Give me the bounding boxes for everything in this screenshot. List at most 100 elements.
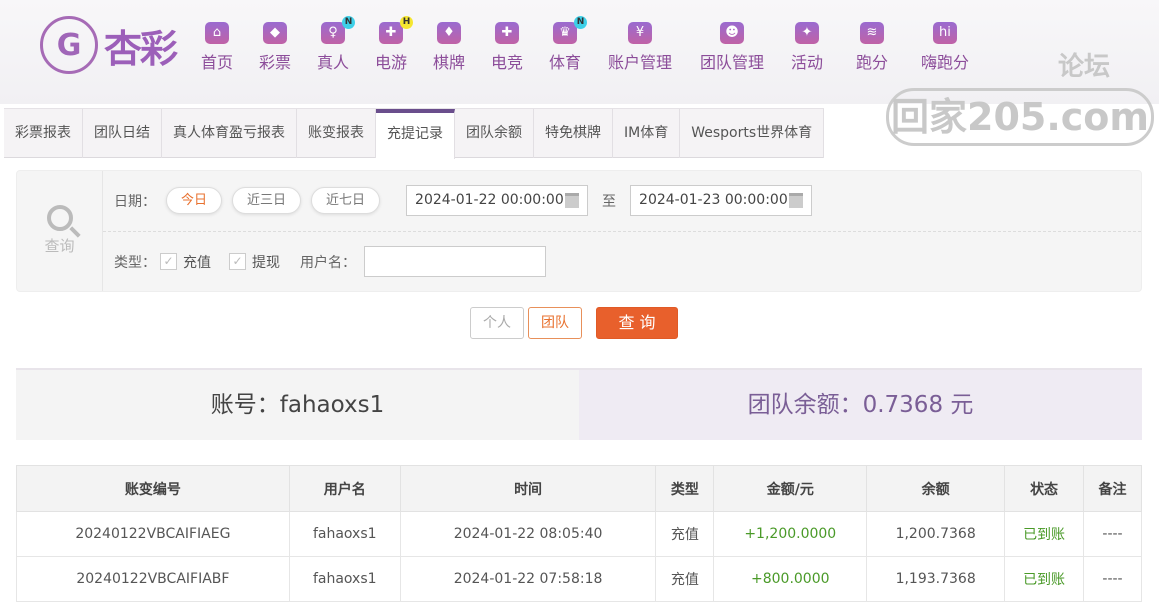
cards-icon-glyph: ♦ [443, 25, 455, 40]
cards-icon: ♦ [436, 22, 461, 44]
nav-label: 团队管理 [699, 53, 765, 72]
nav-item-1[interactable]: ◆ 彩票 [259, 22, 291, 73]
column-header: 状态 [1004, 465, 1085, 512]
end-date-input[interactable]: 2024-01-23 00:00:00 [630, 185, 813, 216]
nav-item-6[interactable]: ♛ N 体育 [549, 16, 587, 73]
rhino-icon-glyph: ≋ [866, 25, 878, 40]
nav-item-7[interactable]: ¥ 账户管理 [608, 22, 672, 73]
account-summary: 账号：fahaoxs1 团队余额：0.7368 元 [16, 368, 1142, 440]
query-section-label: 查询 [17, 171, 103, 291]
end-date-value: 2024-01-23 00:00:00 [639, 192, 788, 208]
quick-today-button[interactable]: 今日 [166, 187, 223, 214]
column-header: 金额/元 [713, 465, 868, 512]
team-balance: 团队余额：0.7368 元 [579, 370, 1142, 440]
home-icon-glyph: ⌂ [212, 25, 222, 40]
column-header: 余额 [866, 465, 1006, 512]
badge: N [341, 16, 355, 29]
date-label: 日期： [114, 193, 156, 210]
nav-label: 跑分 [855, 53, 889, 72]
table-cell: 充值 [655, 556, 715, 602]
quick-7days-button[interactable]: 近七日 [311, 187, 381, 214]
column-header: 用户名 [288, 465, 401, 512]
nav-item-5[interactable]: ✚ 电竞 [491, 22, 523, 73]
table-cell: +1,200.0000 [713, 511, 868, 557]
withdraw-label: 提现 [252, 254, 280, 271]
nav-item-0[interactable]: ⌂ 首页 [201, 22, 233, 73]
nav-item-3[interactable]: ✚ H 电游 [375, 16, 413, 73]
nav-label: 账户管理 [607, 53, 673, 72]
nav-item-4[interactable]: ♦ 棋牌 [433, 22, 465, 73]
table-cell: 2024-01-22 08:05:40 [399, 511, 657, 557]
logo[interactable]: G 杏彩 [40, 16, 178, 74]
tab-6[interactable]: 特免棋牌 [534, 109, 613, 158]
table-cell: 2024-01-22 07:58:18 [399, 556, 657, 602]
tab-2[interactable]: 真人体育盈亏报表 [162, 109, 297, 158]
yen-coin-icon: ¥ [627, 22, 652, 44]
column-header: 账变编号 [16, 465, 290, 512]
report-tabs: 彩票报表 团队日结 真人体育盈亏报表 账变报表 充提记录 团队余额 特免棋牌 IM体育 Wesp… [4, 108, 825, 159]
tab-3[interactable]: 账变报表 [297, 109, 376, 158]
home-icon: ⌂ [204, 22, 229, 44]
tab-5[interactable]: 团队余额 [455, 109, 534, 158]
watermark: 论坛 回家205.com [886, 46, 1154, 146]
esports-gamepad-icon: ✚ [494, 22, 519, 44]
gamepad-icon: ✚ H [378, 16, 413, 44]
yen-coin-icon-glyph: ¥ [635, 25, 645, 40]
table-row: 20240122VBCAIFIABF fahaoxs1 2024-01-22 07:… [16, 556, 1142, 602]
gamepad-icon-glyph: ✚ [385, 25, 397, 40]
date-range-separator: 至 [602, 193, 617, 210]
trophy-icon-glyph: ♛ [559, 25, 571, 40]
type-label: 类型： [114, 254, 156, 271]
table-cell: 20240122VBCAIFIAEG [16, 511, 290, 557]
column-header: 类型 [655, 465, 715, 512]
withdraw-checkbox[interactable]: ✓ [229, 253, 246, 270]
table-cell: 已到账 [1004, 511, 1085, 557]
tab-4[interactable]: 充提记录 [376, 109, 455, 159]
team-button[interactable]: 团队 [528, 307, 582, 339]
nav-item-2[interactable]: ♀ N 真人 [316, 16, 355, 73]
calendar-icon[interactable] [789, 193, 804, 208]
hi-app-icon: hi [932, 22, 957, 44]
username-input[interactable] [364, 246, 546, 277]
nav-label: 彩票 [258, 53, 292, 72]
table-cell: fahaoxs1 [288, 556, 401, 602]
deposit-label: 充值 [183, 254, 211, 271]
nav-item-9[interactable]: ✦ 活动 [791, 22, 823, 73]
search-button[interactable]: 查 询 [596, 307, 678, 339]
ticket-icon-glyph: ◆ [269, 25, 280, 40]
trophy-icon: ♛ N [552, 16, 587, 44]
query-label: 查询 [44, 237, 75, 255]
badge: H [399, 16, 413, 29]
logo-text: 杏彩 [104, 26, 178, 71]
calendar-icon[interactable] [565, 193, 580, 208]
logo-emblem-icon: G [40, 16, 98, 74]
badge: N [573, 16, 587, 29]
team-icon: ☻ [719, 22, 744, 44]
start-date-value: 2024-01-22 00:00:00 [415, 192, 564, 208]
table-cell: ---- [1083, 511, 1142, 557]
search-icon [46, 205, 73, 231]
nav-label: 真人 [316, 53, 350, 72]
table-cell: 20240122VBCAIFIABF [16, 556, 290, 602]
watermark-main: 回家205.com [886, 88, 1154, 146]
nav-item-8[interactable]: ☻ 团队管理 [700, 22, 764, 73]
deposit-checkbox[interactable]: ✓ [160, 253, 177, 270]
divider [103, 231, 1141, 232]
personal-button[interactable]: 个人 [470, 307, 524, 339]
quick-3days-button[interactable]: 近三日 [232, 187, 302, 214]
nav-item-10[interactable]: ≋ 跑分 [856, 22, 888, 73]
hi-app-icon-glyph: hi [939, 25, 951, 40]
table-cell: 1,193.7368 [866, 556, 1006, 602]
table-cell: 1,200.7368 [866, 511, 1006, 557]
username-label: 用户名： [300, 254, 356, 271]
tab-8[interactable]: Wesports世界体育 [680, 109, 825, 158]
team-icon-glyph: ☻ [725, 25, 739, 40]
nav-label: 首页 [200, 53, 234, 72]
nav-label: 电竞 [490, 53, 524, 72]
tab-1[interactable]: 团队日结 [83, 109, 162, 158]
start-date-input[interactable]: 2024-01-22 00:00:00 [406, 185, 589, 216]
column-header: 备注 [1083, 465, 1142, 512]
live-dealer-icon-glyph: ♀ [328, 25, 338, 40]
tab-7[interactable]: IM体育 [613, 109, 681, 158]
tab-0[interactable]: 彩票报表 [4, 109, 83, 158]
